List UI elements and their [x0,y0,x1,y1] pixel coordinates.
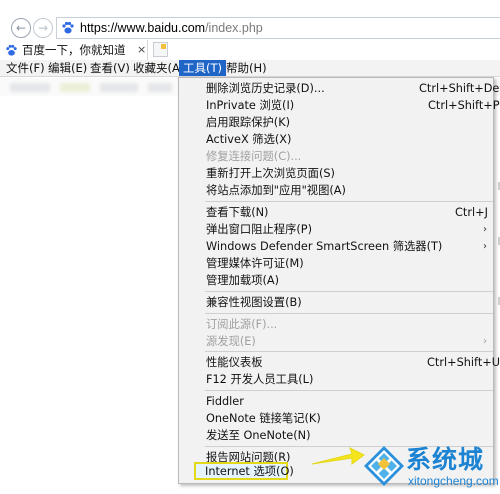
menu-item-view-downloads[interactable]: 查看下载(N) [206,204,268,221]
address-url: https://www.baidu.com/index.php [80,21,263,35]
watermark-subtitle: xitongcheng.com [408,474,499,488]
shortcut-inprivate: Ctrl+Shift+P [428,99,500,112]
menu-item-internet-options[interactable]: Internet 选项(O) [205,463,294,480]
forward-arrow-icon: → [37,21,49,35]
menu-item-f12-tools[interactable]: F12 开发人员工具(L) [206,371,313,388]
menu-separator [205,390,493,391]
menu-separator [205,291,493,292]
submenu-arrow-icon: › [483,336,487,347]
address-bar[interactable]: https://www.baidu.com/index.php [56,17,500,39]
menu-item-smartscreen[interactable]: Windows Defender SmartScreen 筛选器(T) [206,238,442,255]
tab-title: 百度一下，你就知道 [22,43,126,57]
forward-button[interactable]: → [33,18,53,38]
submenu-arrow-icon: › [483,241,487,252]
shortcut-perf-dashboard: Ctrl+Shift+U [427,356,500,369]
menu-item-send-onenote[interactable]: 发送至 OneNote(N) [206,427,311,444]
watermark-logo-icon [364,446,404,486]
menu-item-fiddler[interactable]: Fiddler [206,393,244,410]
menu-separator [205,351,493,352]
menu-item-fix-connection: 修复连接问题(C)... [206,150,302,163]
shortcut-delete-history: Ctrl+Shift+Del [419,82,500,95]
menu-item-onenote-linked[interactable]: OneNote 链接笔记(K) [206,410,321,427]
menu-item-media-licenses[interactable]: 管理媒体许可证(M) [206,255,304,272]
menu-tools[interactable]: 工具(T) [179,60,226,76]
menu-favorites[interactable]: 收藏夹(A) [133,60,184,76]
menu-item-inprivate[interactable]: InPrivate 浏览(I) [206,97,294,114]
menu-file[interactable]: 文件(F) [6,60,45,76]
menu-item-add-to-apps[interactable]: 将站点添加到"应用"视图(A) [206,182,346,199]
menu-item-manage-addons[interactable]: 管理加载项(A) [206,272,279,289]
url-main: https://www.baidu.com [80,21,206,35]
menu-view[interactable]: 查看(V) [90,60,130,76]
shortcut-view-downloads: Ctrl+J [455,206,488,219]
blurred-item [60,83,90,92]
tab-close-icon[interactable]: × [137,43,146,56]
menu-separator [205,201,493,202]
menu-help[interactable]: 帮助(H) [226,60,267,76]
menu-item-reopen-session[interactable]: 重新打开上次浏览页面(S) [206,165,335,182]
menu-bar: 文件(F) 编辑(E) 查看(V) 收藏夹(A) 工具(T) 帮助(H) [0,60,500,77]
url-path: /index.php [205,21,263,35]
blurred-item [148,83,172,92]
new-tab-icon[interactable] [153,42,168,57]
menu-separator [205,313,493,314]
menu-item-perf-dashboard[interactable]: 性能仪表板 [206,354,263,371]
menu-item-subscribe-feed: 订阅此源(F)... [206,318,278,331]
menu-item-delete-history[interactable]: 删除浏览历史记录(D)... [206,80,325,97]
menu-edit[interactable]: 编辑(E) [48,60,87,76]
baidu-paw-icon [4,43,18,57]
back-button[interactable]: ← [11,18,31,38]
baidu-paw-icon [60,20,76,36]
blurred-item [100,83,138,92]
submenu-arrow-icon: › [483,224,487,235]
blurred-item [10,83,50,92]
address-row: ← → https://www.baidu.com/index.php [0,0,500,40]
tab-row: 百度一下，你就知道 × [0,40,500,60]
menu-item-feed-discovery: 源发现(E) [206,335,256,348]
back-arrow-icon: ← [15,21,27,35]
menu-item-popup-blocker[interactable]: 弹出窗口阻止程序(P) [206,221,312,238]
tools-dropdown-menu: 删除浏览历史记录(D)... Ctrl+Shift+Del InPrivate … [178,77,500,484]
menu-item-activex-filter[interactable]: ActiveX 筛选(X) [206,131,291,148]
tab-baidu[interactable]: 百度一下，你就知道 × [0,40,148,60]
menu-item-tracking-protection[interactable]: 启用跟踪保护(K) [206,114,290,131]
watermark-arrow-icon [311,447,365,465]
watermark-title: 系统城 [406,445,485,474]
menu-item-compat-view[interactable]: 兼容性视图设置(B) [206,294,302,311]
